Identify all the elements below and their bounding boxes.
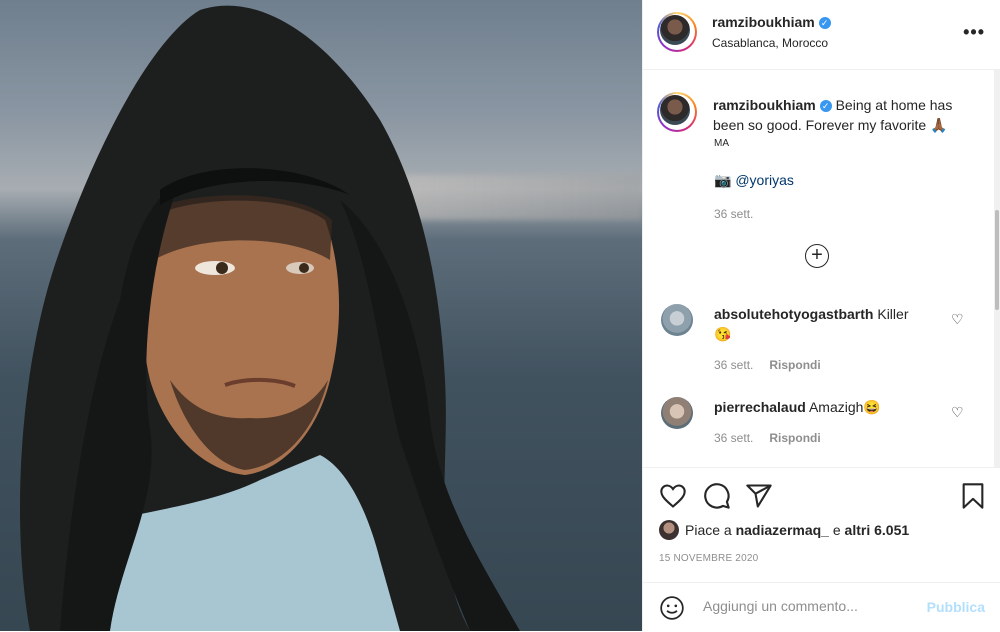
load-more-icon[interactable]: + xyxy=(805,244,829,268)
verified-icon: ✓ xyxy=(818,17,831,29)
liker-avatar[interactable] xyxy=(659,520,679,540)
caption-tag: MA xyxy=(714,138,729,149)
comment-like-icon[interactable]: ♡ xyxy=(951,404,964,421)
post-actions: Piace a nadiazermaq_ e altri 6.051 15 NO… xyxy=(643,467,1000,631)
comment-meta: 36 sett. Rispondi xyxy=(714,358,821,372)
post-photo[interactable] xyxy=(0,0,642,631)
camera-emoji: 📷 xyxy=(714,172,732,188)
comment-icon[interactable] xyxy=(703,482,731,510)
post-header: ramziboukhiam ✓ Casablanca, Morocco ••• xyxy=(643,0,1000,70)
photo-subject xyxy=(20,5,520,631)
post-date[interactable]: 15 NOVEMBRE 2020 xyxy=(659,553,758,564)
credit-mention-link[interactable]: @yoriyas xyxy=(735,172,794,188)
comment-time[interactable]: 36 sett. xyxy=(714,431,753,445)
comments-scrollbar[interactable] xyxy=(994,70,1000,467)
comments-list: ramziboukhiam ✓ Being at home has been so… xyxy=(643,70,995,467)
verified-icon: ✓ xyxy=(819,100,832,112)
comment-item: pierrechalaud Amazigh😆 xyxy=(714,397,934,417)
caption-avatar[interactable] xyxy=(657,92,697,132)
comment-time[interactable]: 36 sett. xyxy=(714,358,753,372)
liker-username[interactable]: nadiazermaq_ xyxy=(736,522,829,538)
heart-icon[interactable] xyxy=(659,482,687,510)
comment-username[interactable]: pierrechalaud xyxy=(714,399,806,415)
comment-username[interactable]: absolutehotyogastbarth xyxy=(714,306,873,322)
likes-count-link[interactable]: altri 6.051 xyxy=(845,522,910,538)
caption-username[interactable]: ramziboukhiam xyxy=(713,97,816,113)
more-options-icon[interactable]: ••• xyxy=(963,22,985,43)
comment-emoji: 😘 xyxy=(714,326,732,342)
publish-button[interactable]: Pubblica xyxy=(927,599,985,615)
post-location[interactable]: Casablanca, Morocco xyxy=(712,36,828,50)
comment-meta: 36 sett. Rispondi xyxy=(714,431,821,445)
comment-text: Amazigh😆 xyxy=(808,399,881,415)
caption: ramziboukhiam ✓ Being at home has been so… xyxy=(713,95,971,135)
reply-button[interactable]: Rispondi xyxy=(769,358,820,372)
author-avatar[interactable] xyxy=(657,12,697,52)
commenter-avatar[interactable] xyxy=(661,304,693,336)
comment-text: Killer xyxy=(877,306,909,322)
comment-item: absolutehotyogastbarth Killer 😘 xyxy=(714,304,934,344)
likes-summary: Piace a nadiazermaq_ e altri 6.051 xyxy=(659,520,909,540)
reply-button[interactable]: Rispondi xyxy=(769,431,820,445)
emoji-icon[interactable] xyxy=(659,595,685,621)
caption-time[interactable]: 36 sett. xyxy=(714,207,753,221)
author-username[interactable]: ramziboukhiam xyxy=(712,14,815,30)
post-details-panel: ramziboukhiam ✓ Casablanca, Morocco ••• r… xyxy=(642,0,1000,631)
comment-like-icon[interactable]: ♡ xyxy=(951,311,964,328)
bookmark-icon[interactable] xyxy=(959,482,987,510)
post-viewer: ramziboukhiam ✓ Casablanca, Morocco ••• r… xyxy=(0,0,1000,631)
caption-credit: 📷 @yoriyas xyxy=(714,170,794,190)
share-icon[interactable] xyxy=(745,482,773,510)
commenter-avatar[interactable] xyxy=(661,397,693,429)
comment-input[interactable] xyxy=(701,597,905,615)
add-comment-bar: Pubblica xyxy=(643,582,1000,632)
